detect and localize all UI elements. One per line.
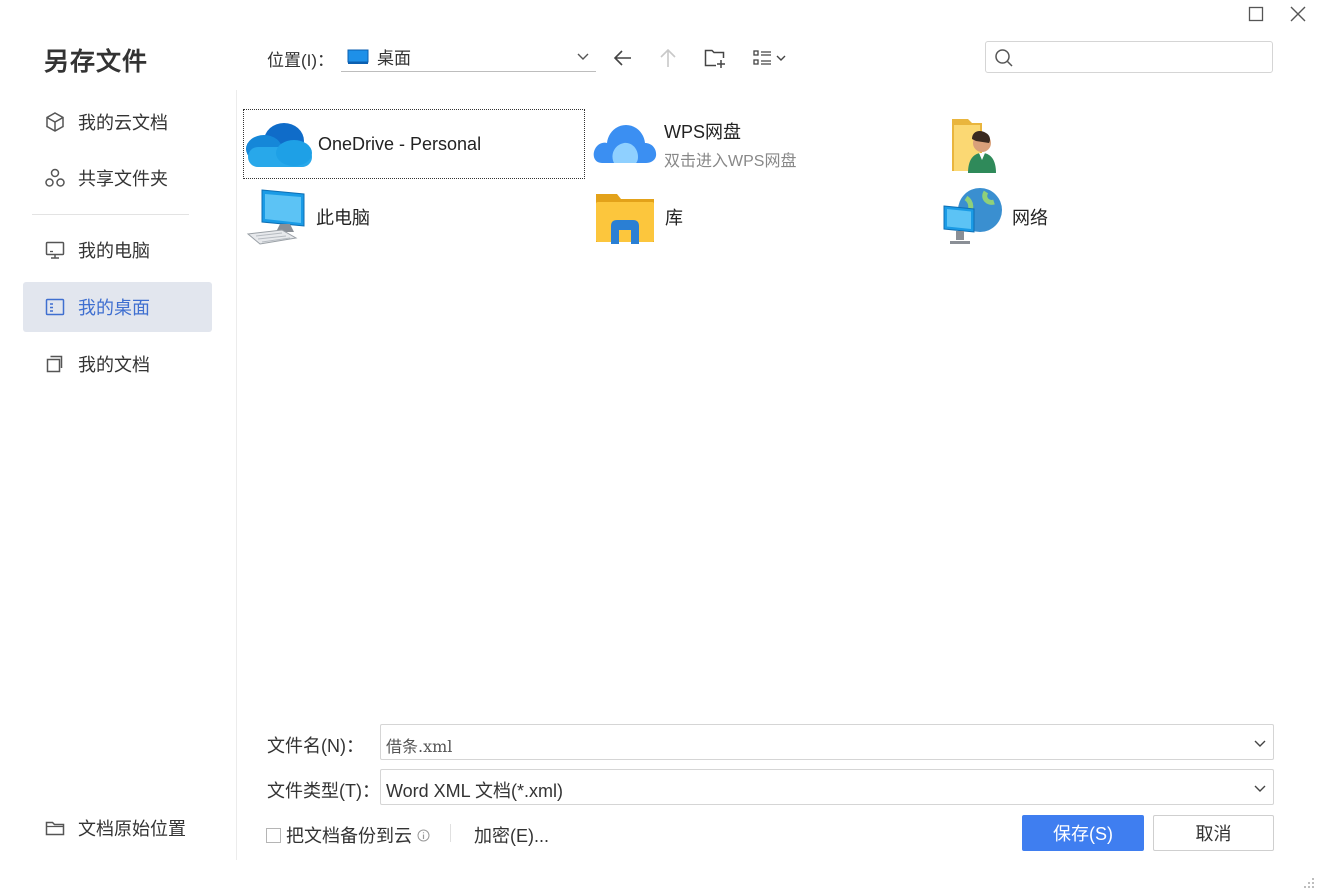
user-folder-icon xyxy=(946,113,1006,179)
monitor-icon xyxy=(44,239,66,261)
up-button[interactable] xyxy=(653,43,683,73)
new-folder-button[interactable] xyxy=(700,43,730,73)
item-subtitle: 双击进入WPS网盘 xyxy=(664,152,797,170)
network-icon xyxy=(942,186,1006,248)
encrypt-link[interactable]: 加密(E)... xyxy=(474,822,549,848)
maximize-icon xyxy=(1248,6,1264,22)
item-onedrive[interactable]: OneDrive - Personal xyxy=(243,109,585,179)
backup-checkbox[interactable] xyxy=(266,827,281,843)
close-icon xyxy=(1290,6,1306,22)
dialog-title: 另存文件 xyxy=(44,48,149,76)
item-network[interactable]: 网络 xyxy=(942,186,1142,248)
filename-value: 借条.xml xyxy=(386,737,453,756)
filename-label: 文件名(N)： xyxy=(267,736,364,756)
sidebar xyxy=(0,90,237,860)
wps-cloud-icon xyxy=(592,119,658,169)
sidebar-item-label: 我的文档 xyxy=(78,355,150,375)
sidebar-item-label: 我的电脑 xyxy=(78,241,150,261)
chevron-down-icon[interactable] xyxy=(1253,736,1267,755)
item-name: 网络 xyxy=(1012,208,1048,228)
sidebar-item-my-computer[interactable]: 我的电脑 xyxy=(23,225,212,275)
desktop-icon xyxy=(44,296,66,318)
item-name: 此电脑 xyxy=(316,208,370,228)
search-box[interactable] xyxy=(985,41,1273,73)
item-library[interactable]: 库 xyxy=(593,186,793,248)
location-label: 位置(I)： xyxy=(267,51,335,70)
sidebar-item-cloud-docs[interactable]: 我的云文档 xyxy=(23,97,212,147)
folder-icon xyxy=(44,817,66,839)
save-button[interactable]: 保存(S) xyxy=(1022,815,1144,851)
filetype-select[interactable]: Word XML 文档(*.xml) xyxy=(380,769,1274,805)
sidebar-item-my-documents[interactable]: 我的文档 xyxy=(23,339,212,389)
original-location-label: 文档原始位置 xyxy=(78,819,186,839)
divider xyxy=(450,824,451,842)
chevron-down-icon xyxy=(576,49,590,68)
backup-label: 把文档备份到云 xyxy=(286,826,412,846)
backup-checkbox-row[interactable]: 把文档备份到云 xyxy=(266,822,430,848)
share-icon xyxy=(44,167,66,189)
item-wps-cloud[interactable]: WPS网盘 双击进入WPS网盘 xyxy=(592,112,912,176)
new-folder-icon xyxy=(704,49,725,68)
filetype-value: Word XML 文档(*.xml) xyxy=(386,781,564,801)
cancel-button[interactable]: 取消 xyxy=(1153,815,1274,851)
sidebar-item-label: 我的云文档 xyxy=(78,113,168,133)
location-dropdown[interactable]: 桌面 xyxy=(341,42,596,72)
arrow-left-icon xyxy=(613,50,631,66)
item-this-pc[interactable]: 此电脑 xyxy=(246,186,546,248)
arrow-up-icon xyxy=(660,48,676,67)
sidebar-item-label: 我的桌面 xyxy=(78,298,150,318)
list-view-icon xyxy=(753,50,786,65)
search-input[interactable] xyxy=(1024,45,1268,71)
resize-grip-icon[interactable] xyxy=(1302,876,1316,895)
item-name: 库 xyxy=(665,208,683,228)
filetype-label: 文件类型(T)： xyxy=(267,781,380,801)
onedrive-icon xyxy=(244,119,316,169)
sidebar-item-shared-folders[interactable]: 共享文件夹 xyxy=(23,153,212,203)
chevron-down-icon xyxy=(1253,781,1267,800)
view-mode-button[interactable] xyxy=(749,43,793,73)
item-name: WPS网盘 xyxy=(664,121,742,142)
search-icon xyxy=(995,49,1013,67)
close-button[interactable] xyxy=(1278,0,1318,28)
location-value: 桌面 xyxy=(377,49,411,68)
maximize-button[interactable] xyxy=(1236,0,1276,28)
back-button[interactable] xyxy=(608,43,638,73)
sidebar-item-label: 共享文件夹 xyxy=(78,169,168,189)
filename-field[interactable]: 借条.xml xyxy=(380,724,1274,760)
sidebar-item-my-desktop[interactable]: 我的桌面 xyxy=(23,282,212,332)
item-user-folder[interactable] xyxy=(946,112,1010,180)
documents-icon xyxy=(44,353,66,375)
sidebar-divider xyxy=(32,214,189,215)
item-name: OneDrive - Personal xyxy=(318,133,482,154)
computer-icon xyxy=(246,186,312,248)
original-location-link[interactable]: 文档原始位置 xyxy=(23,803,212,853)
cube-icon xyxy=(44,111,66,133)
desktop-location-icon xyxy=(347,49,369,65)
info-icon[interactable] xyxy=(417,829,430,842)
library-folder-icon xyxy=(593,188,657,246)
